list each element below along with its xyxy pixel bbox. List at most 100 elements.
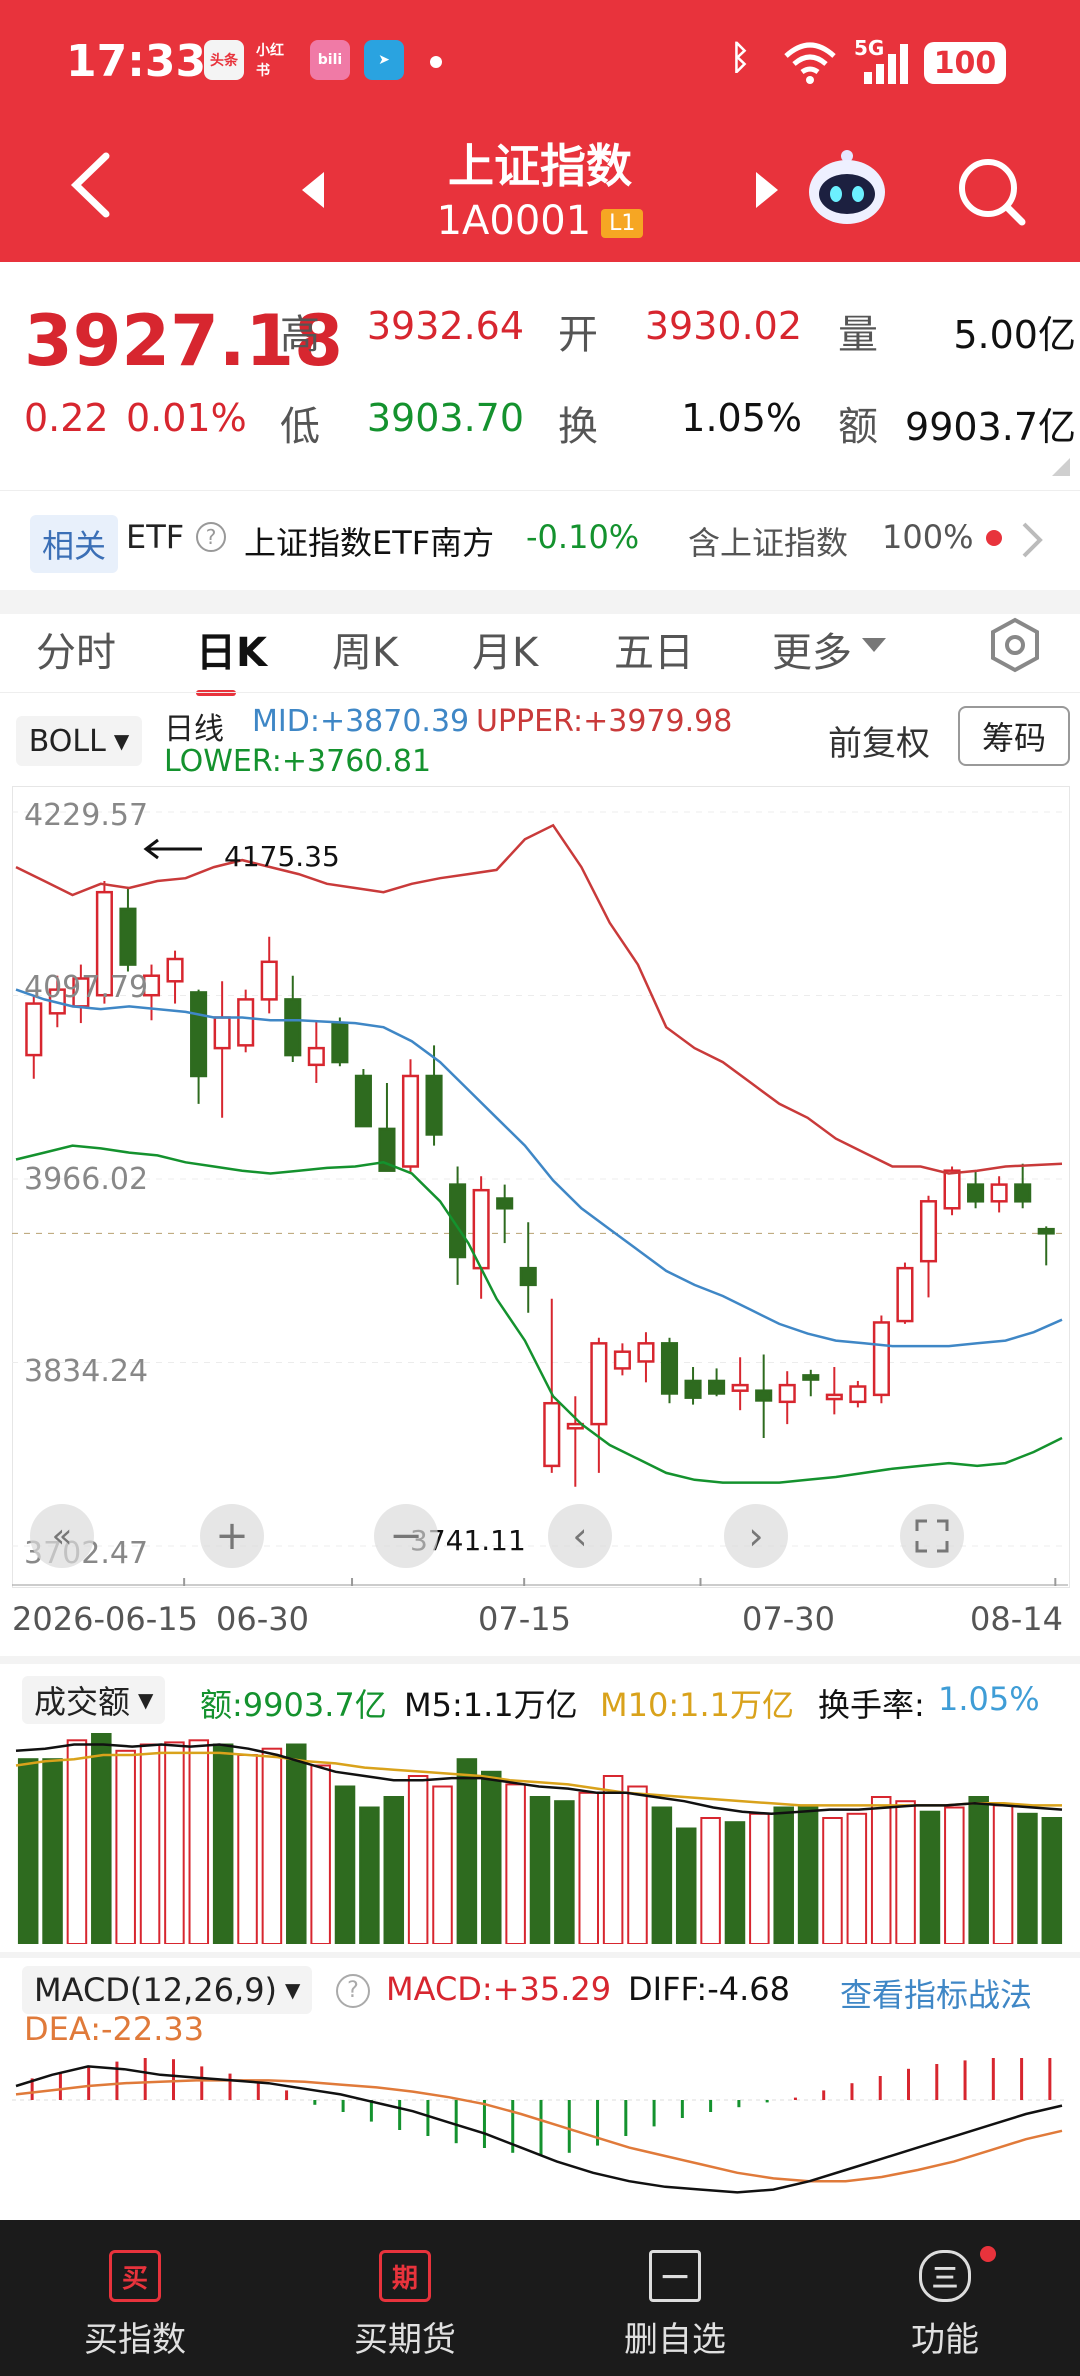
fullscreen-icon[interactable] <box>900 1504 964 1568</box>
candle-body <box>613 1350 631 1370</box>
volume-bar <box>261 1747 283 1944</box>
boll-upper-line <box>15 823 1063 1175</box>
boll-lower: LOWER:+3760.81 <box>164 744 432 779</box>
volume-bar <box>188 1739 210 1944</box>
tab-weekly-k[interactable]: 周K <box>332 620 398 678</box>
chevron-down-icon: ▼ <box>138 1688 154 1712</box>
candle-body <box>425 1074 443 1136</box>
chevron-right-icon[interactable] <box>1020 520 1044 564</box>
search-icon[interactable] <box>956 156 1028 232</box>
chips-button[interactable]: 筹码 <box>958 706 1070 766</box>
panel-divider <box>0 1656 1080 1664</box>
tab-daily-k[interactable]: 日K <box>196 620 267 678</box>
bluetooth-icon: ᛒ <box>730 38 751 78</box>
low-value: 3903.70 <box>366 396 524 440</box>
buy-index-button[interactable]: 买 买指数 <box>0 2222 270 2372</box>
buy-futures-label: 买期货 <box>354 2320 456 2360</box>
wifi-icon <box>782 40 838 88</box>
stock-code-text: 1A0001 <box>436 198 592 244</box>
date-tick: 06-30 <box>216 1600 309 1638</box>
expand-corner-icon[interactable] <box>1052 458 1070 476</box>
related-tag: 相关 <box>30 515 119 573</box>
volume-bar <box>115 1749 136 1944</box>
page-title: 上证指数 <box>448 139 632 193</box>
candle-body <box>190 991 208 1078</box>
macd-chart[interactable] <box>12 2040 1068 2220</box>
remove-watchlist-button[interactable]: 一 删自选 <box>540 2222 810 2372</box>
candle-body <box>307 1046 325 1067</box>
candle-body <box>237 998 255 1047</box>
scroll-left-icon[interactable]: ‹ <box>548 1504 612 1568</box>
zoom-out-icon[interactable]: − <box>374 1504 438 1568</box>
candle-body <box>590 1342 608 1426</box>
candle-body <box>919 1200 938 1263</box>
battery-indicator: 100 <box>924 42 1006 84</box>
amount-value: 9903.7亿 <box>905 405 1076 449</box>
section-divider <box>0 590 1080 614</box>
indicator-strategy-link[interactable]: 查看指标战法 <box>840 1970 1032 2016</box>
tab-intraday[interactable]: 分时 <box>36 620 116 678</box>
candle-body <box>401 1074 420 1168</box>
volume-bar <box>91 1733 112 1944</box>
scroll-right-icon[interactable]: › <box>724 1504 788 1568</box>
diff-value: DIFF:-4.68 <box>628 1970 790 2008</box>
futures-icon: 期 <box>379 2250 431 2302</box>
high-marker-label: 4175.35 <box>224 840 340 873</box>
volume-bar <box>383 1796 405 1944</box>
candle-body <box>1037 1227 1055 1235</box>
buy-icon: 买 <box>109 2250 161 2302</box>
candle-body <box>778 1383 796 1404</box>
candle-body <box>213 1016 231 1050</box>
functions-label: 功能 <box>911 2320 979 2360</box>
adjust-mode-button[interactable]: 前复权 <box>828 716 930 765</box>
candle-body <box>825 1393 843 1401</box>
volume-bar <box>919 1810 941 1944</box>
volume-m10: M10:1.1万亿 <box>600 1686 795 1724</box>
tab-more[interactable]: 更多 <box>772 620 852 678</box>
volume-bar <box>334 1785 356 1944</box>
indicator-selector-label: BOLL <box>28 723 106 759</box>
zoom-in-icon[interactable]: + <box>200 1504 264 1568</box>
volume-bar <box>42 1758 63 1944</box>
candle-body <box>708 1379 726 1395</box>
candle-body <box>849 1385 867 1404</box>
volume-bar <box>529 1796 551 1944</box>
macd-indicator-selector[interactable]: MACD(12,26,9) ▼ <box>22 1966 313 2014</box>
candle-body <box>660 1342 679 1395</box>
candle-body <box>731 1383 749 1392</box>
next-stock-icon[interactable] <box>752 170 782 214</box>
indicator-selector[interactable]: BOLL ▼ <box>16 716 142 766</box>
contains-pct: 100% <box>882 518 974 556</box>
functions-button[interactable]: 三 功能 <box>810 2222 1080 2372</box>
low-label: 低 <box>280 404 320 450</box>
volume-bar <box>797 1804 819 1944</box>
robot-assistant-icon[interactable] <box>806 146 888 232</box>
volume-bar <box>432 1785 453 1944</box>
minus-box-icon: 一 <box>649 2250 701 2302</box>
volume-bar <box>700 1817 721 1944</box>
etf-change: -0.10% <box>526 518 640 556</box>
candle-body <box>896 1266 914 1323</box>
scroll-left-fast-icon[interactable]: « <box>30 1504 94 1568</box>
contains-label: 含上证指数 <box>688 524 849 562</box>
kline-chart[interactable] <box>12 786 1068 1586</box>
volume-indicator-selector[interactable]: 成交额 ▼ <box>22 1676 166 1724</box>
etf-name[interactable]: 上证指数ETF南方 <box>244 518 494 564</box>
left-arrow-icon <box>142 838 204 864</box>
help-icon[interactable]: ? <box>196 522 226 552</box>
turnover-value: 1.05% <box>681 396 802 440</box>
more-dropdown-icon[interactable] <box>862 638 886 652</box>
tab-five-day[interactable]: 五日 <box>614 620 694 678</box>
chevron-down-icon: ▼ <box>285 1978 301 2002</box>
high-label: 高 <box>280 312 320 358</box>
candle-body <box>260 960 278 1001</box>
buy-futures-button[interactable]: 期 买期货 <box>270 2222 540 2372</box>
tab-monthly-k[interactable]: 月K <box>472 620 538 678</box>
volume-chart[interactable] <box>12 1724 1068 1944</box>
price-change-pct: 0.01% <box>126 396 247 440</box>
volume-label: 量 <box>838 312 878 358</box>
price-tick: 3834.24 <box>24 1354 149 1389</box>
settings-hex-icon[interactable] <box>986 616 1044 678</box>
price-tick: 3966.02 <box>24 1162 149 1197</box>
macd-help-icon[interactable]: ? <box>336 1974 370 2008</box>
